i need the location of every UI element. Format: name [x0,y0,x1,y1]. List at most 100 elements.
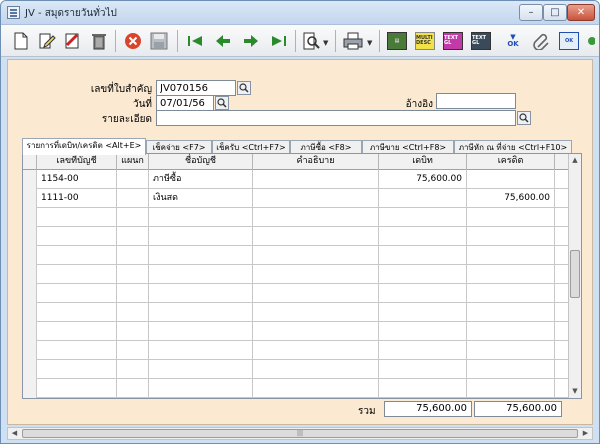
table-row[interactable] [23,303,569,322]
scroll-down-icon[interactable]: ▼ [569,385,581,398]
row-selector[interactable] [23,303,37,322]
cell-account-no[interactable]: 1154-00 [37,170,117,189]
text-gl-alt-icon[interactable]: TEXT GL [469,29,493,53]
cell-debit[interactable] [379,265,467,284]
cell-debit[interactable] [379,246,467,265]
cell-debit[interactable] [379,360,467,379]
cell-description[interactable] [253,303,379,322]
tab-purchase-tax[interactable]: ภาษีซื้อ <F8> [290,140,362,154]
cell-debit[interactable]: 75,600.00 [379,170,467,189]
cell-description[interactable] [253,322,379,341]
row-selector[interactable] [23,189,37,208]
col-credit[interactable]: เครดิต [467,154,555,170]
cell-description[interactable] [253,265,379,284]
doc-no-input[interactable] [156,80,236,96]
table-row[interactable] [23,208,569,227]
horizontal-scroll-thumb[interactable]: ||| [22,429,578,438]
cell-dept[interactable] [117,170,149,189]
cell-dept[interactable] [117,322,149,341]
cell-credit[interactable] [467,208,555,227]
row-selector[interactable] [23,360,37,379]
cell-description[interactable] [253,379,379,398]
cell-description[interactable] [253,227,379,246]
cell-account-no[interactable] [37,246,117,265]
table-row[interactable] [23,246,569,265]
post-ok-icon[interactable]: ▼ OK [501,29,525,53]
table-row[interactable] [23,322,569,341]
cell-account-name[interactable]: เงินสด [149,189,253,208]
cell-account-name[interactable] [149,246,253,265]
cell-dept[interactable] [117,284,149,303]
tab-cheque-received[interactable]: เช็ครับ <Ctrl+F7> [212,140,290,154]
scroll-up-icon[interactable]: ▲ [569,154,581,167]
minimize-button[interactable]: – [519,4,543,21]
delete-icon[interactable] [87,29,111,53]
row-selector[interactable] [23,265,37,284]
tab-debit-credit[interactable]: รายการที่เดบิท/เครดิต <Alt+E> [22,138,146,155]
col-dept[interactable]: แผนก [117,154,149,170]
cell-account-name[interactable] [149,303,253,322]
table-row[interactable] [23,227,569,246]
tab-sales-tax[interactable]: ภาษีขาย <Ctrl+F8> [362,140,454,154]
cell-description[interactable] [253,170,379,189]
report-icon[interactable]: ▤ [385,29,409,53]
col-debit[interactable]: เดบิท [379,154,467,170]
find-dropdown-icon[interactable]: ▼ [323,39,328,47]
cell-account-no[interactable] [37,341,117,360]
row-selector[interactable] [23,322,37,341]
col-account-no[interactable]: เลขที่บัญชี [37,154,117,170]
row-selector[interactable] [23,170,37,189]
first-icon[interactable] [183,29,207,53]
table-row[interactable] [23,284,569,303]
tab-cheque-paid[interactable]: เช็คจ่าย <F7> [146,140,212,154]
cell-account-name[interactable] [149,284,253,303]
table-row[interactable]: 1154-00 ภาษีซื้อ 75,600.00 [23,170,569,189]
next-icon[interactable] [239,29,263,53]
void-icon[interactable] [61,29,85,53]
col-description[interactable]: คำอธิบาย [253,154,379,170]
cell-credit[interactable]: 75,600.00 [467,189,555,208]
cell-debit[interactable] [379,189,467,208]
row-selector[interactable] [23,284,37,303]
row-selector[interactable] [23,341,37,360]
cell-account-name[interactable] [149,265,253,284]
cell-dept[interactable] [117,227,149,246]
new-icon[interactable] [9,29,33,53]
cell-account-name[interactable] [149,360,253,379]
cell-account-no[interactable] [37,208,117,227]
cell-description[interactable] [253,246,379,265]
cell-credit[interactable] [467,170,555,189]
close-button[interactable]: ✕ [567,4,595,21]
last-icon[interactable] [267,29,291,53]
table-row[interactable] [23,360,569,379]
cell-account-no[interactable] [37,227,117,246]
edit-icon[interactable] [35,29,59,53]
cell-dept[interactable] [117,360,149,379]
cell-dept[interactable] [117,341,149,360]
row-selector[interactable] [23,227,37,246]
cell-account-name[interactable] [149,379,253,398]
row-selector[interactable] [23,379,37,398]
detail-lookup-icon[interactable] [517,111,531,125]
print-dropdown-icon[interactable]: ▼ [367,39,372,47]
date-picker-icon[interactable] [215,96,229,110]
cell-credit[interactable] [467,322,555,341]
vertical-scrollbar[interactable]: ▲ ▼ [568,154,581,398]
cell-dept[interactable] [117,189,149,208]
table-row[interactable] [23,379,569,398]
detail-input[interactable] [156,110,516,126]
cell-debit[interactable] [379,322,467,341]
cell-account-no[interactable] [37,360,117,379]
cell-account-no[interactable] [37,322,117,341]
cell-debit[interactable] [379,208,467,227]
title-bar[interactable]: JV - สมุดรายวันทั่วไป – □ ✕ [1,1,599,25]
cell-description[interactable] [253,208,379,227]
date-input[interactable] [156,95,214,111]
table-row[interactable] [23,265,569,284]
save-icon[interactable] [147,29,171,53]
ref-input[interactable] [436,93,516,109]
cell-account-no[interactable]: 1111-00 [37,189,117,208]
cell-account-no[interactable] [37,379,117,398]
cell-description[interactable] [253,189,379,208]
maximize-button[interactable]: □ [543,4,567,21]
